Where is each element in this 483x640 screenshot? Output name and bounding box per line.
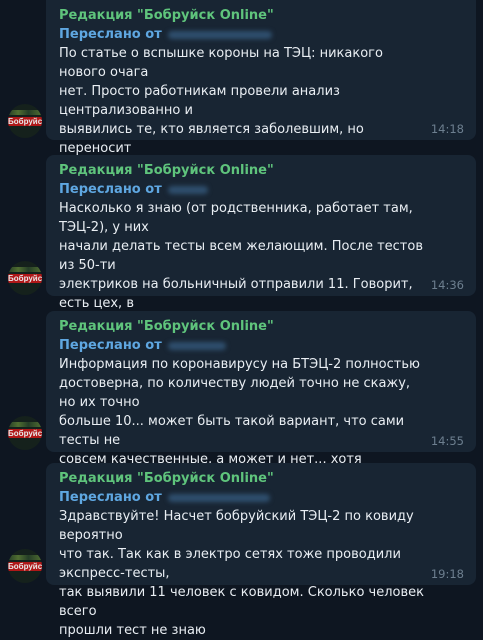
bobruisk-online-logo-icon xyxy=(8,267,42,272)
message-bubble[interactable]: Редакция "Бобруйск Online" Переслано от … xyxy=(46,155,476,368)
bobruisk-online-logo-icon xyxy=(8,110,42,115)
avatar-logo-text: Бобруйск xyxy=(8,429,42,438)
bobruisk-online-logo-icon xyxy=(8,422,42,427)
avatar[interactable]: Бобруйск xyxy=(8,549,42,583)
message-sender[interactable]: Редакция "Бобруйск Online" xyxy=(59,469,464,488)
message-bubble[interactable]: Редакция "Бобруйск Online" Переслано от … xyxy=(46,463,476,638)
forwarded-from[interactable]: Переслано от xyxy=(59,25,464,44)
message-text: Здравствуйте! Насчет бобруйский ТЭЦ-2 по… xyxy=(59,509,424,638)
forwarded-label: Переслано от xyxy=(59,182,162,197)
message-sender[interactable]: Редакция "Бобруйск Online" xyxy=(59,317,464,336)
forwarded-from[interactable]: Переслано от xyxy=(59,488,464,507)
avatar[interactable]: Бобруйск xyxy=(8,104,42,138)
blurred-name xyxy=(167,185,208,194)
avatar-logo-text: Бобруйск xyxy=(8,117,42,126)
blurred-name xyxy=(167,493,270,502)
blurred-name xyxy=(167,341,226,350)
message-time: 14:55 xyxy=(430,434,464,448)
bobruisk-online-logo-icon xyxy=(8,555,42,560)
message-sender[interactable]: Редакция "Бобруйск Online" xyxy=(59,161,464,180)
avatar[interactable]: Бобруйск xyxy=(8,416,42,450)
message-time: 14:36 xyxy=(430,278,464,292)
message-bubble[interactable]: Редакция "Бобруйск Online" Переслано от … xyxy=(46,311,476,524)
forwarded-from[interactable]: Переслано от xyxy=(59,336,464,355)
message-sender[interactable]: Редакция "Бобруйск Online" xyxy=(59,6,464,25)
forwarded-label: Переслано от xyxy=(59,27,162,42)
avatar-logo-text: Бобруйск xyxy=(8,274,42,283)
avatar[interactable]: Бобруйск xyxy=(8,261,42,295)
forwarded-label: Переслано от xyxy=(59,490,162,505)
message-time: 14:18 xyxy=(430,122,464,136)
message-bubble[interactable]: Редакция "Бобруйск Online" Переслано от … xyxy=(46,0,476,213)
avatar-logo-text: Бобруйск xyxy=(8,562,42,571)
blurred-name xyxy=(167,30,272,39)
forwarded-from[interactable]: Переслано от xyxy=(59,180,464,199)
forwarded-label: Переслано от xyxy=(59,338,162,353)
message-time: 19:18 xyxy=(430,567,464,581)
